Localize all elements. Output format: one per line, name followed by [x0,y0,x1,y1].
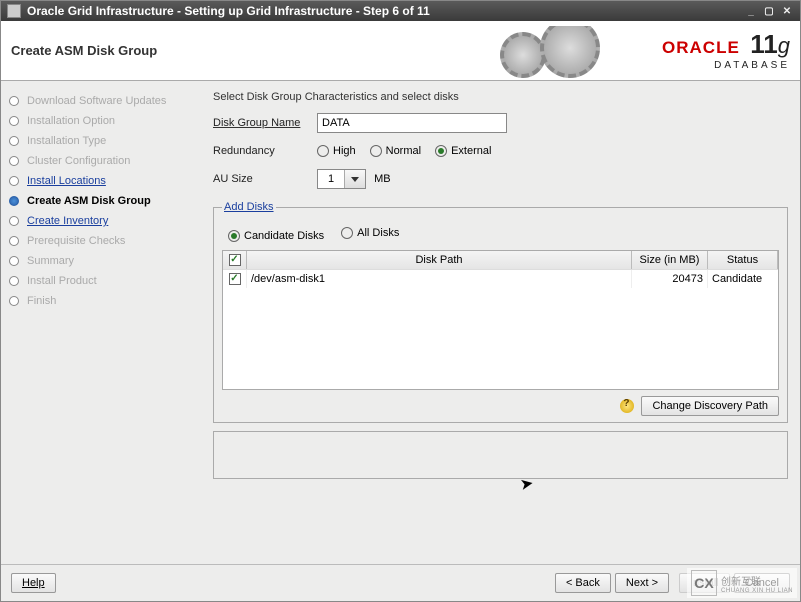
sidebar-item-label: Cluster Configuration [27,155,130,167]
sidebar-item-8: Summary [7,251,195,271]
sidebar-item-10: Finish [7,291,195,311]
sidebar-item-9: Install Product [7,271,195,291]
all-disks-radio[interactable]: All Disks [341,227,399,239]
redundancy-normal-radio[interactable]: Normal [370,145,421,157]
sidebar-item-label: Create Inventory [27,215,108,227]
add-disks-fieldset: Add Disks Candidate Disks All Disks Disk… [213,201,788,423]
sidebar-item-2: Installation Type [7,131,195,151]
col-disk-path[interactable]: Disk Path [247,251,632,269]
au-size-select[interactable]: 1 [317,169,366,189]
disks-table: Disk Path Size (in MB) Status /dev/asm-d… [222,250,779,390]
sidebar-item-5[interactable]: Create ASM Disk Group [7,191,195,211]
oracle-logo: ORACLE 11g DATABASE [662,29,790,71]
sidebar-item-label: Installation Type [27,135,106,147]
sidebar-item-3: Cluster Configuration [7,151,195,171]
window-icon [7,4,21,18]
redundancy-external-radio[interactable]: External [435,145,491,157]
cell-size: 20473 [632,270,708,288]
add-disks-legend: Add Disks [222,201,276,213]
candidate-disks-radio[interactable]: Candidate Disks [228,230,324,242]
step-dot-icon [9,156,19,166]
sidebar-item-6[interactable]: Create Inventory [7,211,195,231]
table-header: Disk Path Size (in MB) Status [223,251,778,269]
watermark-text: 创新互联 [721,573,793,588]
window-title: Oracle Grid Infrastructure - Setting up … [27,4,430,18]
cell-status: Candidate [708,270,778,288]
sidebar-item-label: Finish [27,295,56,307]
step-dot-icon [9,276,19,286]
step-dot-icon [9,256,19,266]
sidebar-item-label: Install Locations [27,175,106,187]
maximize-button[interactable]: ▢ [762,5,776,17]
step-dot-icon [9,196,19,206]
product-text: DATABASE [662,60,790,71]
chevron-down-icon [344,170,365,188]
version-suffix: g [778,33,790,58]
instruction-text: Select Disk Group Characteristics and se… [213,91,788,103]
step-dot-icon [9,236,19,246]
sidebar-item-4[interactable]: Install Locations [7,171,195,191]
au-size-label: AU Size [213,173,317,185]
redundancy-high-radio[interactable]: High [317,145,356,157]
step-dot-icon [9,176,19,186]
change-discovery-path-button[interactable]: Change Discovery Path [641,396,779,416]
sidebar-item-7: Prerequisite Checks [7,231,195,251]
sidebar-item-1: Installation Option [7,111,195,131]
disk-group-name-label: Disk Group Name [213,117,317,129]
select-all-checkbox[interactable] [229,254,241,266]
header-graphic [500,26,620,81]
col-status[interactable]: Status [708,251,778,269]
table-row[interactable]: /dev/asm-disk120473Candidate [223,269,778,288]
hint-icon [620,399,634,413]
wizard-sidebar: Download Software Updates Installation Op… [1,81,201,564]
redundancy-label: Redundancy [213,145,317,157]
step-dot-icon [9,116,19,126]
page-title: Create ASM Disk Group [11,43,157,58]
disk-group-name-input[interactable] [317,113,507,133]
header: Create ASM Disk Group ORACLE 11g DATABAS… [1,21,800,81]
watermark: CX 创新互联 CHUANG XIN HU LIAN [687,568,797,598]
next-button[interactable]: Next > [615,573,669,593]
sidebar-item-label: Download Software Updates [27,95,166,107]
main-panel: Select Disk Group Characteristics and se… [201,81,800,564]
row-checkbox[interactable] [229,273,241,285]
sidebar-item-label: Install Product [27,275,97,287]
candidate-disks-label: Candidate Disks [244,230,324,242]
step-dot-icon [9,216,19,226]
sidebar-item-label: Create ASM Disk Group [27,195,151,207]
redundancy-external-label: External [451,145,491,157]
sidebar-item-label: Prerequisite Checks [27,235,125,247]
back-button[interactable]: < Back [555,573,611,593]
redundancy-normal-label: Normal [386,145,421,157]
footer: Help < Back Next > Install Cancel [1,564,800,601]
step-dot-icon [9,296,19,306]
watermark-icon: CX [691,570,717,596]
help-button[interactable]: Help [11,573,56,593]
all-disks-label: All Disks [357,227,399,239]
cell-disk-path: /dev/asm-disk1 [247,270,632,288]
step-dot-icon [9,96,19,106]
sidebar-item-0: Download Software Updates [7,91,195,111]
titlebar: Oracle Grid Infrastructure - Setting up … [1,1,800,21]
minimize-button[interactable]: _ [744,5,758,17]
au-size-unit: MB [374,173,391,185]
watermark-sub: CHUANG XIN HU LIAN [721,588,793,594]
brand-text: ORACLE [662,38,740,57]
step-dot-icon [9,136,19,146]
message-area [213,431,788,479]
version-number: 11 [750,29,778,59]
close-button[interactable]: ✕ [780,5,794,17]
sidebar-item-label: Installation Option [27,115,115,127]
redundancy-high-label: High [333,145,356,157]
sidebar-item-label: Summary [27,255,74,267]
col-size[interactable]: Size (in MB) [632,251,708,269]
au-size-value: 1 [318,173,344,185]
